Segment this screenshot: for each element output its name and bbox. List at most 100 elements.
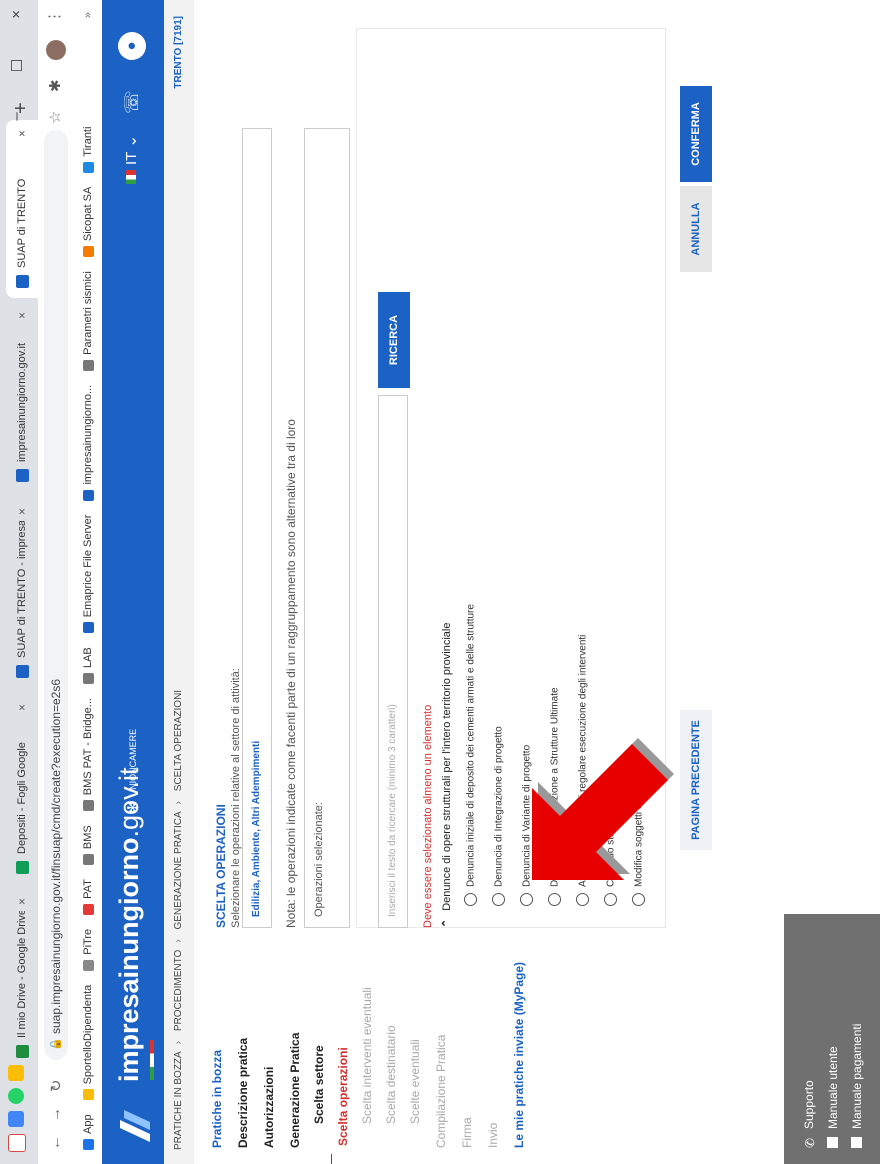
close-icon[interactable]: × [15,704,29,711]
sidebar-item-autorizzazioni[interactable]: Autorizzazioni [262,1067,276,1148]
sheets-tab-icon [15,861,29,874]
drive-tab-icon [15,1045,29,1058]
current-step-marker [331,1154,332,1164]
tab-google-drive[interactable]: Il mio Drive - Google Drive × [6,888,38,1068]
rotated-screen: Il mio Drive - Google Drive × Depositi -… [0,0,880,1164]
sidebar-item-destinatario: Scelta destinatario [384,1025,398,1124]
bookmark-item[interactable]: SportelloDipendenta [82,985,94,1101]
search-input[interactable]: Inserisci il testo da ricercare (minimo … [378,395,408,928]
user-manual-link[interactable]: Manuale utente [826,1046,840,1148]
sidebar-item-pratiche-bozza[interactable]: Pratiche in bozza [210,1050,224,1148]
bookmark-item[interactable]: BMS PAT - Bridge... [82,698,94,812]
selected-operations-box: Operazioni selezionate: [304,128,350,928]
breadcrumb-item[interactable]: GENERAZIONE PRATICA [173,811,184,929]
support-panel: ✆Supporto Manuale utente Manuale pagamen… [784,914,880,1164]
radio-button[interactable] [492,893,506,906]
tab-suap-trento-active[interactable]: SUAP di TRENTO × [6,120,38,298]
tab-sheets[interactable]: Depositi - Fogli Google × [6,694,38,884]
impresa-tab-icon [15,469,29,482]
impresainungiorno-logo[interactable] [116,1108,152,1144]
tab-impresainungiorno[interactable]: impresainungiorno.gov.it × [6,302,38,492]
radio-button[interactable] [576,893,590,906]
user-icon[interactable]: ● [118,32,146,60]
sidebar-item-descrizione[interactable]: Descrizione pratica [236,1038,250,1148]
close-window-icon[interactable]: × [8,10,26,19]
sidebar: Pratiche in bozza Descrizione pratica Au… [194,962,784,1164]
option-row[interactable]: Denuncia di Integrazione di progetto [490,726,508,906]
radio-button[interactable] [464,893,478,906]
sidebar-item-scelta-settore[interactable]: Scelta settore [312,1045,326,1124]
browser-tab-strip: Il mio Drive - Google Drive × Depositi -… [0,0,38,1164]
option-row[interactable]: Denuncia iniziale di deposito dei cement… [462,604,480,906]
bookmark-star-icon[interactable]: ☆ [46,111,64,124]
radio-button[interactable] [548,893,562,906]
forward-icon[interactable]: → [47,1107,64,1122]
previous-page-button[interactable]: PAGINA PRECEDENTE [680,710,712,850]
sidebar-item-scelta-operazioni[interactable]: Scelta operazioni [336,1047,350,1146]
confirm-button[interactable]: CONFERMA [680,86,712,182]
search-button[interactable]: RICERCA [378,292,410,388]
breadcrumb-item[interactable]: PROCEDIMENTO [173,950,184,1032]
bookmark-item[interactable]: impresainungiorno... [82,385,94,501]
bookmark-item[interactable]: Emaprice File Server [82,515,94,634]
close-icon[interactable]: × [15,898,29,905]
bookmark-item[interactable]: Sicopat SA [82,187,94,258]
close-icon[interactable]: × [15,508,29,515]
sidebar-item-generazione[interactable]: Generazione Pratica [288,1033,302,1148]
reload-icon[interactable]: ↻ [47,1079,65,1092]
bookmark-item[interactable]: LAB [82,647,94,685]
chevron-up-icon[interactable]: ⌃ [441,919,453,928]
instruction-text: Selezionare le operazioni relative al se… [230,668,242,928]
italy-flag-icon [126,170,136,184]
unioncamere-logo: ✻ UNIONCAMERE [125,728,142,814]
bookmark-item[interactable]: PiTre [82,929,94,971]
sidebar-item-mypage[interactable]: Le mie pratiche inviate (MyPage) [512,962,526,1148]
more-bookmarks-icon[interactable]: » [82,12,94,18]
lock-icon: 🔒 [50,1037,62,1051]
maximize-icon[interactable]: ☐ [8,59,26,72]
support-link[interactable]: ✆Supporto [802,1080,817,1148]
sector-box: Edilizia, Ambiente, Altri Adempimenti [242,128,272,928]
bookmarks-bar: App SportelloDipendenta PiTre PAT BMS BM… [74,0,103,1164]
sidebar-item-compilazione: Compilazione Pratica [434,1034,448,1148]
payment-manual-link[interactable]: Manuale pagamenti [850,1024,864,1148]
bookmark-item[interactable]: Parametri sismici [82,271,94,371]
brand-name[interactable]: impresainungiorno.gov.it [114,767,145,1082]
calendar-icon[interactable] [8,1111,24,1127]
browser-menu-icon[interactable]: ⋮ [45,9,63,24]
tab-suap-1[interactable]: SUAP di TRENTO - impresai × [6,498,38,688]
radio-button[interactable] [520,893,534,906]
section-title: SCELTA OPERAZIONI [214,804,228,928]
address-bar: ← → ↻ 🔒 suap.impresainungiorno.gov.it/fi… [38,0,75,1164]
bookmark-item[interactable]: PAT [82,879,94,915]
unioncamere-icon: ✻ [125,801,142,814]
radio-button[interactable] [632,893,646,906]
minimize-icon[interactable]: – [8,112,26,120]
headset-icon[interactable]: ☏ [121,90,144,114]
operation-group[interactable]: ⌃Denunce di opere strutturali per l'inte… [440,623,453,928]
sidebar-item-firma: Firma [460,1117,474,1148]
cancel-button[interactable]: ANNULLA [680,186,712,272]
gmail-icon[interactable] [8,1134,26,1152]
url-field[interactable]: 🔒 suap.impresainungiorno.gov.it/finsuap/… [44,130,68,1060]
radio-button[interactable] [604,893,618,906]
selected-operations-label: Operazioni selezionate: [313,802,325,917]
sidebar-item-scelte-eventuali: Scelte eventuali [408,1039,422,1124]
language-selector[interactable]: IT ⌄ [122,135,140,184]
sidebar-item-interventi: Scelta interventi eventuali [360,987,374,1124]
close-icon[interactable]: × [15,130,29,137]
whatsapp-icon[interactable] [8,1088,24,1104]
red-arrow-annotation [532,738,674,880]
extensions-icon[interactable]: ✱ [46,79,64,92]
note-text: Nota: le operazioni indicate come facent… [284,419,298,928]
breadcrumb-item[interactable]: PRATICHE IN BOZZA [173,1051,184,1150]
profile-avatar[interactable] [46,40,66,60]
sidebar-item-invio: Invio [486,1122,500,1148]
close-icon[interactable]: × [15,312,29,319]
bookmark-item[interactable]: App [82,1114,94,1150]
breadcrumb: PRATICHE IN BOZZA› PROCEDIMENTO› GENERAZ… [164,0,194,1164]
site-header: impresainungiorno.gov.it ✻ UNIONCAMERE IT… [102,0,164,1164]
bookmark-item[interactable]: Tiranti [82,127,94,173]
bookmark-item[interactable]: BMS [82,825,94,866]
back-icon[interactable]: ← [47,1135,64,1150]
